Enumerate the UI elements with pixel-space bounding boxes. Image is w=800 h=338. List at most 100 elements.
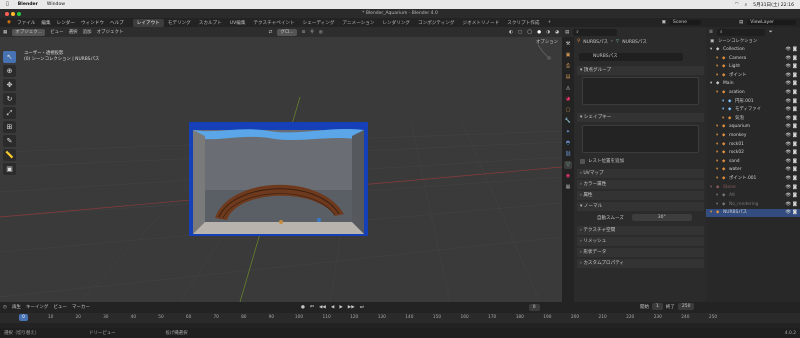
blender-logo-icon[interactable]: ◉	[4, 20, 14, 25]
visibility-icon[interactable]: 👁 ◙	[785, 209, 797, 217]
tab-layout[interactable]: レイアウト	[132, 18, 164, 27]
menu-file[interactable]: ファイル	[14, 20, 38, 26]
outliner-search[interactable]: ⌕	[716, 28, 765, 36]
expand-icon[interactable]: ▾	[722, 98, 724, 106]
section-uv-maps[interactable]: › UVマップ	[577, 169, 704, 178]
viewlayer-selector[interactable]: ViewLayer	[747, 20, 796, 25]
mac-menu-blender[interactable]: Blender	[18, 2, 38, 7]
visibility-icon[interactable]: 👁 ◙	[785, 63, 797, 71]
expand-icon[interactable]: ▾	[716, 132, 718, 140]
jump-end-icon[interactable]: ⏭	[360, 304, 364, 310]
outliner[interactable]: ☰ ⌕ ⏷ ▣ シーンコレクション ▾ ◆ Collection 👁 ◙ ▾ ◆ Camer…	[706, 27, 800, 302]
expand-icon[interactable]: ▾	[716, 192, 718, 200]
select-tool-icon[interactable]: ↖	[3, 51, 16, 63]
close-window-icon[interactable]	[5, 11, 9, 16]
properties-editor-icon[interactable]: ▤	[565, 30, 569, 35]
aquarium-model[interactable]	[189, 122, 368, 236]
shape-keys-list[interactable]	[582, 125, 699, 153]
visibility-icon[interactable]: 👁 ◙	[785, 106, 797, 114]
outliner-row[interactable]: ▾ ◆ rock01 👁 ◙	[706, 141, 800, 149]
rotate-tool-icon[interactable]: ↻	[3, 93, 16, 105]
outliner-row[interactable]: ▾ ◆ monkey 👁 ◙	[706, 132, 800, 140]
tab-uv-editing[interactable]: UV編集	[226, 19, 250, 27]
visibility-icon[interactable]: 👁 ◙	[785, 80, 797, 88]
outliner-row[interactable]: ▾ ◆ ポイント 👁 ◙	[706, 72, 800, 80]
properties-search[interactable]: ⌕	[573, 28, 618, 36]
visibility-icon[interactable]: 👁 ◙	[785, 98, 797, 106]
add-workspace-button[interactable]: +	[543, 19, 555, 26]
mac-clock[interactable]: 5月31日(土) 22:16	[753, 2, 794, 8]
visibility-icon[interactable]: 👁 ◙	[785, 149, 797, 157]
rest-position-checkbox[interactable]: レスト位置を追加	[580, 158, 624, 164]
add-cube-tool-icon[interactable]: ▣	[3, 163, 16, 175]
outliner-row[interactable]: ▾ ◆ aquarium 👁 ◙	[706, 123, 800, 131]
tab-geometry-nodes[interactable]: ジオメトリノード	[459, 19, 504, 27]
outliner-row[interactable]: ▾ ◆ aration 👁 ◙	[706, 89, 800, 97]
record-icon[interactable]: ●	[301, 305, 305, 310]
visibility-icon[interactable]: 👁 ◙	[785, 175, 797, 183]
section-geometry-data[interactable]: › 形状データ	[577, 248, 704, 257]
tab-modeling[interactable]: モデリング	[164, 19, 195, 27]
section-shape-keys[interactable]: ▾ シェイプキー	[577, 113, 704, 122]
outliner-row[interactable]: ▾ ◆ No_rendering 👁 ◙	[706, 201, 800, 209]
particles-tab-icon[interactable]: ✦	[564, 128, 572, 136]
annotate-tool-icon[interactable]: ✎	[3, 135, 16, 147]
object-tab-icon[interactable]: ▢	[564, 106, 572, 114]
visibility-icon[interactable]: 👁 ◙	[785, 132, 797, 140]
outliner-row[interactable]: ▾ ◆ Light 👁 ◙	[706, 63, 800, 71]
expand-icon[interactable]: ▾	[710, 184, 712, 192]
visibility-icon[interactable]: 👁 ◙	[785, 115, 797, 123]
menu-help[interactable]: ヘルプ	[107, 20, 127, 26]
expand-icon[interactable]: ▾	[722, 115, 724, 123]
expand-icon[interactable]: ▾	[716, 89, 718, 97]
outliner-row[interactable]: ▾ ◆ Stone 👁 ◙	[706, 184, 800, 192]
transform-tool-icon[interactable]: ⊞	[3, 121, 16, 133]
jump-start-icon[interactable]: ⏮	[310, 304, 314, 310]
filter-icon[interactable]: ⏷	[769, 29, 773, 35]
outliner-row[interactable]: ▾ ◆ Camera 👁 ◙	[706, 55, 800, 63]
modifier-tab-icon[interactable]: 🔧	[564, 117, 572, 125]
checkbox-icon[interactable]	[580, 158, 585, 164]
outliner-row[interactable]: ▾ ◆ NURBSパス 👁 ◙	[706, 209, 800, 218]
auto-smooth-angle[interactable]: 30°	[631, 214, 692, 221]
transform-orientation-dropdown[interactable]: グロ...	[277, 28, 297, 36]
output-tab-icon[interactable]: ⎙	[564, 62, 572, 70]
expand-icon[interactable]: ▾	[716, 123, 718, 131]
vertex-groups-list[interactable]	[582, 77, 699, 105]
zoom-window-icon[interactable]	[17, 11, 21, 16]
expand-icon[interactable]: ▾	[722, 106, 724, 114]
tab-sculpt[interactable]: スカルプト	[195, 19, 226, 27]
apple-icon[interactable]: 	[6, 2, 9, 7]
outliner-row[interactable]: ▾ ◆ Collection 👁 ◙	[706, 46, 800, 54]
proportional-icon[interactable]: ◎	[319, 30, 323, 35]
tab-shading[interactable]: シェーディング	[299, 19, 339, 27]
expand-icon[interactable]: ▾	[716, 158, 718, 166]
scene-tab-icon[interactable]: ◬	[564, 84, 572, 92]
outliner-scene-collection[interactable]: ▣ シーンコレクション	[706, 38, 800, 46]
visibility-icon[interactable]: 👁 ◙	[785, 201, 797, 209]
xray-icon[interactable]: ▢	[518, 30, 522, 35]
shading-material-icon[interactable]: ◑	[546, 30, 550, 35]
expand-icon[interactable]: ▾	[710, 46, 712, 54]
timeline-menu-keying[interactable]: キーイング	[26, 304, 49, 310]
timeline-editor-icon[interactable]: ◷	[3, 305, 7, 310]
expand-icon[interactable]: ▾	[710, 209, 712, 217]
tool-tab-icon[interactable]: ⚒	[564, 40, 572, 48]
expand-icon[interactable]: ▾	[716, 166, 718, 174]
mode-dropdown[interactable]: オブジェク...	[12, 28, 46, 36]
viewport-menu-object[interactable]: オブジェクト	[97, 29, 124, 35]
visibility-icon[interactable]: 👁 ◙	[785, 72, 797, 80]
expand-icon[interactable]: ▾	[716, 201, 718, 209]
expand-icon[interactable]: ▾	[716, 72, 718, 80]
visibility-icon[interactable]: 👁 ◙	[785, 192, 797, 200]
expand-icon[interactable]: ▾	[716, 175, 718, 183]
timeline-ruler[interactable]: 0 10 20 30 40 50 60 70 80 90 100 110 120 130 140 150 16…	[0, 313, 800, 323]
data-tab-icon[interactable]: ▽	[564, 161, 572, 169]
shading-wire-icon[interactable]: ◯	[527, 30, 532, 35]
pivot-icon[interactable]: ⊙	[302, 30, 306, 35]
viewport-menu-add[interactable]: 追加	[83, 29, 92, 35]
timeline-menu-marker[interactable]: マーカー	[72, 304, 90, 310]
cursor-tool-icon[interactable]: ⊕	[3, 65, 16, 77]
wifi-icon[interactable]: ◠	[735, 2, 739, 7]
properties-editor[interactable]: ▤ ⌕ ⚲ NURBSパス › ▽ NURBSパス NURBSパス ⚒ ▣ ⎙ …	[562, 27, 706, 302]
